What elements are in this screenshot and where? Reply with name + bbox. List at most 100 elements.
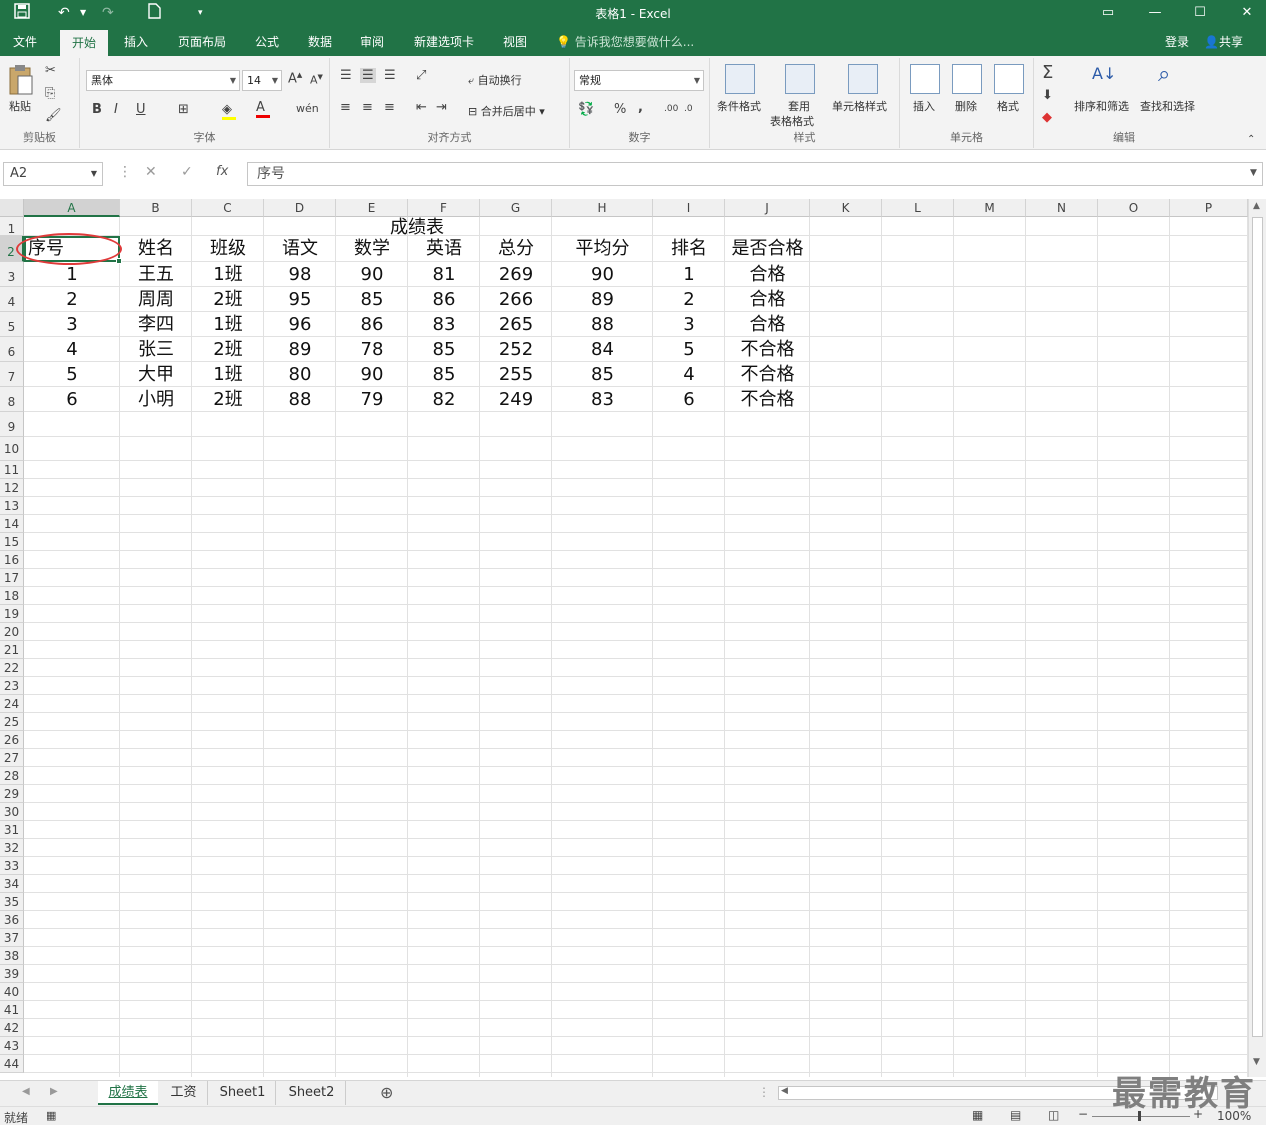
copy-icon[interactable]: ⎘ xyxy=(45,86,55,101)
data-cell[interactable]: 小明 xyxy=(120,387,192,412)
data-cell[interactable]: 249 xyxy=(480,387,552,412)
currency-icon[interactable]: 💱 xyxy=(578,102,594,117)
data-cell[interactable]: 2 xyxy=(24,287,120,312)
macro-record-icon[interactable]: ▦ xyxy=(46,1109,56,1122)
font-size-select[interactable]: 14 ▼ xyxy=(242,70,282,91)
data-cell[interactable]: 周周 xyxy=(120,287,192,312)
insert-cells-icon[interactable] xyxy=(910,64,940,94)
row-header[interactable]: 3 xyxy=(0,262,24,287)
comma-button[interactable]: , xyxy=(638,100,643,115)
splitter-icon[interactable]: ⋮ xyxy=(758,1085,770,1099)
ribbon-display-icon[interactable]: ▭ xyxy=(1093,3,1123,23)
tab-data[interactable]: 数据 xyxy=(298,28,342,56)
fill-color-icon[interactable]: ◈ xyxy=(222,102,236,120)
data-cell[interactable]: 90 xyxy=(552,262,653,287)
tab-review[interactable]: 审阅 xyxy=(350,28,394,56)
align-left-icon[interactable]: ≡ xyxy=(340,100,351,115)
column-header-n[interactable]: N xyxy=(1026,199,1098,217)
data-cell[interactable]: 82 xyxy=(408,387,480,412)
row-header[interactable]: 34 xyxy=(0,875,24,893)
increase-indent-icon[interactable]: ⇥ xyxy=(436,100,447,115)
data-cell[interactable]: 王五 xyxy=(120,262,192,287)
data-cell[interactable]: 5 xyxy=(653,337,725,362)
data-cell[interactable]: 4 xyxy=(653,362,725,387)
row-header[interactable]: 1 xyxy=(0,217,24,236)
orientation-icon[interactable]: ⤢ xyxy=(416,68,426,83)
sheet-tab-sheet2[interactable]: Sheet2 xyxy=(278,1081,346,1105)
data-cell[interactable]: 2班 xyxy=(192,387,264,412)
maximize-button[interactable]: ☐ xyxy=(1185,3,1215,23)
table-title-cell[interactable]: 成绩表 xyxy=(24,217,810,238)
row-header[interactable]: 29 xyxy=(0,785,24,803)
column-header-d[interactable]: D xyxy=(264,199,336,217)
format-cells-icon[interactable] xyxy=(994,64,1024,94)
row-header[interactable]: 44 xyxy=(0,1055,24,1073)
data-cell[interactable]: 266 xyxy=(480,287,552,312)
font-name-select[interactable]: 黑体 ▼ xyxy=(86,70,240,91)
next-sheet-icon[interactable]: ▶ xyxy=(50,1086,58,1097)
name-box[interactable]: A2 ▼ xyxy=(3,162,103,186)
row-header[interactable]: 28 xyxy=(0,767,24,785)
zoom-out-icon[interactable]: − xyxy=(1078,1107,1088,1121)
prev-sheet-icon[interactable]: ◀ xyxy=(22,1086,30,1097)
vertical-scrollbar[interactable]: ▲ ▼ xyxy=(1248,199,1266,1077)
cell-style-button[interactable]: 单元格样式 xyxy=(832,98,887,114)
tab-page-layout[interactable]: 页面布局 xyxy=(170,28,234,56)
row-header[interactable]: 43 xyxy=(0,1037,24,1055)
row-header[interactable]: 14 xyxy=(0,515,24,533)
column-header-i[interactable]: I xyxy=(653,199,725,217)
data-cell[interactable]: 3 xyxy=(653,312,725,337)
header-cell[interactable]: 是否合格 xyxy=(725,236,810,262)
cut-icon[interactable]: ✂ xyxy=(45,63,56,78)
data-cell[interactable]: 81 xyxy=(408,262,480,287)
header-cell[interactable]: 英语 xyxy=(408,236,480,262)
italic-button[interactable]: I xyxy=(114,102,118,117)
format-painter-icon[interactable]: 🖌 xyxy=(45,108,62,123)
underline-button[interactable]: U xyxy=(136,102,146,117)
sort-filter-icon[interactable]: A↓ xyxy=(1092,64,1116,83)
column-header-j[interactable]: J xyxy=(725,199,810,217)
data-cell[interactable]: 2 xyxy=(653,287,725,312)
data-cell[interactable]: 不合格 xyxy=(725,362,810,387)
increase-decimal-icon[interactable]: .00 xyxy=(664,104,678,114)
data-cell[interactable]: 合格 xyxy=(725,262,810,287)
data-cell[interactable]: 3 xyxy=(24,312,120,337)
column-header-h[interactable]: H xyxy=(552,199,653,217)
row-header[interactable]: 5 xyxy=(0,312,24,337)
wrap-text-button[interactable]: ⤶ 自动换行 xyxy=(468,72,522,88)
row-header[interactable]: 9 xyxy=(0,412,24,437)
data-cell[interactable]: 269 xyxy=(480,262,552,287)
row-header[interactable]: 31 xyxy=(0,821,24,839)
tab-home[interactable]: 开始 xyxy=(60,30,108,56)
row-header[interactable]: 18 xyxy=(0,587,24,605)
normal-view-icon[interactable]: ▦ xyxy=(972,1108,983,1122)
page-layout-view-icon[interactable]: ▤ xyxy=(1010,1108,1021,1122)
enter-icon[interactable]: ✓ xyxy=(181,164,193,180)
data-cell[interactable]: 86 xyxy=(408,287,480,312)
fill-handle[interactable] xyxy=(116,258,122,264)
data-cell[interactable]: 85 xyxy=(336,287,408,312)
decrease-indent-icon[interactable]: ⇤ xyxy=(416,100,427,115)
row-header[interactable]: 8 xyxy=(0,387,24,412)
row-header[interactable]: 7 xyxy=(0,362,24,387)
align-bottom-icon[interactable]: ☰ xyxy=(384,68,396,83)
column-header-f[interactable]: F xyxy=(408,199,480,217)
row-header[interactable]: 37 xyxy=(0,929,24,947)
data-cell[interactable]: 1班 xyxy=(192,312,264,337)
data-cell[interactable]: 95 xyxy=(264,287,336,312)
minimize-button[interactable]: — xyxy=(1140,3,1170,23)
column-header-a[interactable]: A xyxy=(24,199,120,217)
data-cell[interactable]: 85 xyxy=(552,362,653,387)
zoom-slider[interactable] xyxy=(1092,1116,1190,1117)
paste-icon[interactable] xyxy=(8,64,34,96)
column-header-l[interactable]: L xyxy=(882,199,954,217)
table-format-icon[interactable] xyxy=(785,64,815,94)
delete-cells-button[interactable]: 删除 xyxy=(955,98,977,114)
data-cell[interactable]: 1 xyxy=(24,262,120,287)
phonetic-icon[interactable]: wén xyxy=(296,102,319,115)
data-cell[interactable]: 252 xyxy=(480,337,552,362)
row-header[interactable]: 4 xyxy=(0,287,24,312)
row-header[interactable]: 13 xyxy=(0,497,24,515)
format-cells-button[interactable]: 格式 xyxy=(997,98,1019,114)
data-cell[interactable]: 90 xyxy=(336,262,408,287)
